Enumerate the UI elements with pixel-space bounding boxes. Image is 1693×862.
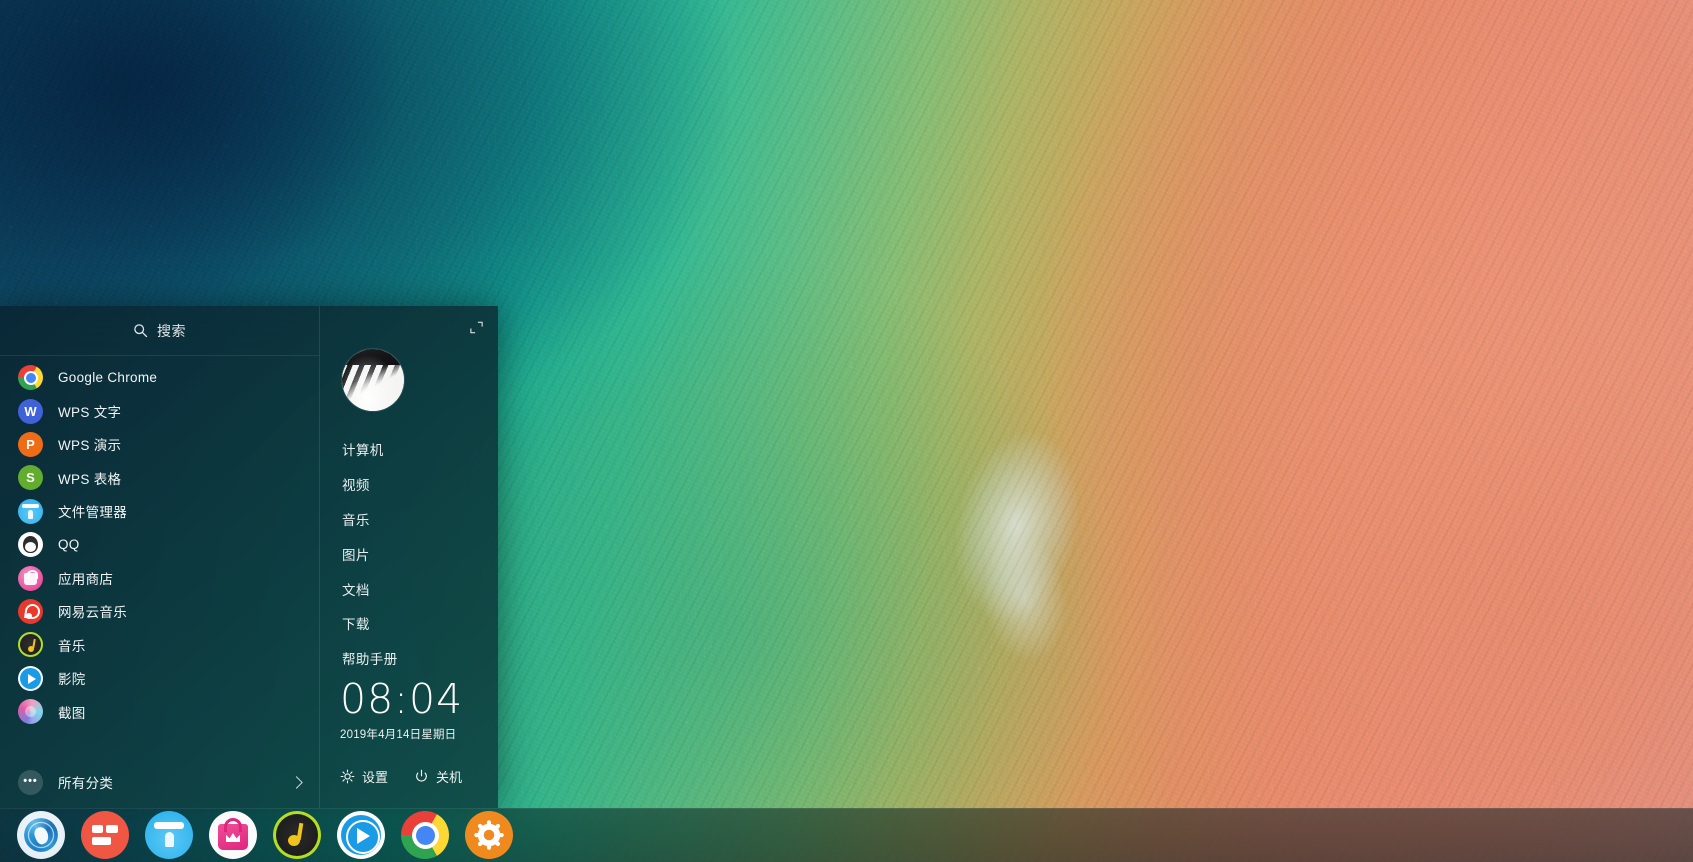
wps-sheet-icon: S — [18, 465, 43, 491]
app-list-item-label: 应用商店 — [58, 572, 114, 588]
app-list-item[interactable]: 网易云音乐 — [0, 595, 319, 628]
taskbar-item-settings-gear[interactable] — [465, 811, 513, 859]
app-list-item[interactable]: P WPS 演示 — [0, 428, 319, 461]
screenshot-icon — [18, 699, 43, 725]
app-list-item[interactable]: 文件管理器 — [0, 495, 319, 528]
chevron-right-icon — [290, 775, 303, 789]
qq-icon — [18, 532, 43, 558]
place-item[interactable]: 计算机 — [342, 432, 498, 467]
start-menu-side-pane: 计算机 视频 音乐 图片 文档 下载 帮助手册 08:04 2019年4月14日星期日 — [320, 306, 498, 808]
taskbar-item-app-store[interactable] — [209, 811, 257, 859]
app-store-icon-part — [224, 818, 242, 832]
power-label: 关机 — [436, 770, 463, 785]
power-icon — [414, 769, 429, 784]
app-list-item[interactable]: 应用商店 — [0, 561, 319, 594]
task-view-icon-part — [92, 837, 111, 845]
search-icon — [133, 323, 148, 338]
settings-label: 设置 — [362, 770, 389, 785]
file-manager-icon — [18, 498, 43, 524]
start-menu-actions: 设置 关机 — [340, 767, 488, 786]
app-store-icon — [18, 565, 43, 591]
taskbar-item-chrome[interactable] — [401, 811, 449, 859]
app-list-item-label: 文件管理器 — [58, 505, 127, 521]
expand-icon[interactable] — [469, 320, 484, 335]
clock-block: 08:04 2019年4月14日星期日 — [340, 679, 463, 742]
avatar-highlight — [342, 349, 404, 411]
place-item[interactable]: 下载 — [342, 606, 498, 641]
app-list-item[interactable]: 截图 — [0, 695, 319, 728]
app-list-item-label: Google Chrome — [58, 370, 158, 386]
avatar[interactable] — [342, 349, 404, 411]
deepin-launcher-icon-part — [24, 818, 58, 852]
taskbar-item-task-view[interactable] — [81, 811, 129, 859]
app-list-item[interactable]: W WPS 文字 — [0, 394, 319, 427]
app-list[interactable]: Google Chrome W WPS 文字 P WPS 演示 S WPS 表格 文件管理器 Q… — [0, 356, 319, 762]
app-list-item-label: 截图 — [58, 705, 86, 721]
taskbar-item-cinema[interactable] — [337, 811, 385, 859]
app-list-item-label: 音乐 — [58, 638, 86, 654]
place-item[interactable]: 视频 — [342, 467, 498, 502]
app-list-item-label: 影院 — [58, 672, 86, 688]
file-manager-icon-part — [154, 822, 184, 829]
start-menu-app-pane: 搜索 Google Chrome W WPS 文字 P WPS 演示 S WPS 表格 文件管… — [0, 306, 320, 808]
cinema-icon — [18, 665, 43, 691]
cinema-icon-part — [341, 815, 381, 855]
app-list-item-label: WPS 表格 — [58, 471, 122, 487]
app-list-item-label: WPS 文字 — [58, 405, 122, 421]
dots-icon — [18, 769, 43, 795]
taskbar — [0, 808, 1693, 862]
place-item[interactable]: 音乐 — [342, 502, 498, 537]
places-list[interactable]: 计算机 视频 音乐 图片 文档 下载 帮助手册 — [342, 432, 498, 675]
search-placeholder-text: 搜索 — [157, 322, 186, 339]
music-icon-part — [296, 822, 303, 841]
taskbar-item-deepin-launcher[interactable] — [17, 811, 65, 859]
gear-icon — [340, 769, 355, 784]
app-list-item[interactable]: 影院 — [0, 662, 319, 695]
app-list-item[interactable]: Google Chrome — [0, 361, 319, 394]
taskbar-item-music[interactable] — [273, 811, 321, 859]
desktop: 搜索 Google Chrome W WPS 文字 P WPS 演示 S WPS 表格 文件管… — [0, 0, 1693, 862]
music-icon — [18, 632, 43, 658]
wps-present-icon: P — [18, 431, 43, 457]
place-item[interactable]: 文档 — [342, 571, 498, 606]
app-list-item[interactable]: QQ — [0, 528, 319, 561]
app-list-item-label: QQ — [58, 537, 80, 553]
wps-writer-icon: W — [18, 398, 43, 424]
taskbar-item-file-manager[interactable] — [145, 811, 193, 859]
power-button[interactable]: 关机 — [414, 767, 462, 786]
all-categories-button[interactable]: 所有分类 — [0, 762, 319, 802]
task-view-icon-part — [92, 825, 103, 833]
app-list-item-label: WPS 演示 — [58, 438, 122, 454]
clock-date: 2019年4月14日星期日 — [340, 729, 457, 741]
clock-time: 08:04 — [340, 675, 464, 723]
file-manager-icon-part — [164, 832, 174, 847]
place-item[interactable]: 帮助手册 — [342, 641, 498, 676]
app-list-item[interactable]: 音乐 — [0, 628, 319, 661]
search-input[interactable]: 搜索 — [0, 306, 319, 356]
place-item[interactable]: 图片 — [342, 536, 498, 571]
chrome-icon — [18, 365, 43, 391]
settings-gear-icon — [474, 820, 504, 850]
app-list-item[interactable]: S WPS 表格 — [0, 461, 319, 494]
all-categories-label: 所有分类 — [58, 776, 114, 791]
start-menu: 搜索 Google Chrome W WPS 文字 P WPS 演示 S WPS 表格 文件管… — [0, 306, 498, 808]
settings-button[interactable]: 设置 — [340, 767, 388, 786]
app-list-item-label: 网易云音乐 — [58, 605, 127, 621]
netease-music-icon — [18, 598, 43, 624]
task-view-icon-part — [106, 825, 118, 833]
